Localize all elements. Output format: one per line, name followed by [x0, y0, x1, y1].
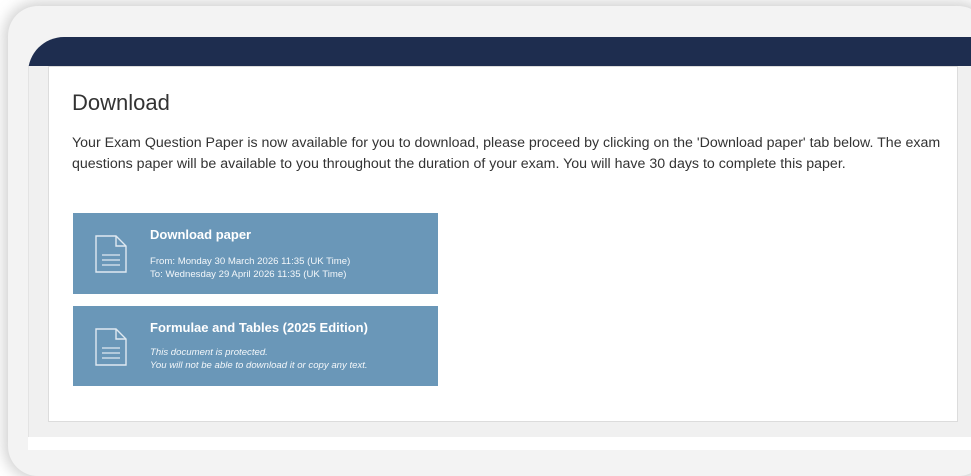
formulae-tables-protected-note: This document is protected.	[150, 347, 268, 358]
section-title: Download	[72, 90, 170, 115]
formulae-tables-copy-note: You will not be able to download it or c…	[150, 360, 368, 371]
formulae-tables-button[interactable]: Formulae and Tables (2025 Edition) This …	[73, 306, 438, 386]
bottom-edge	[28, 437, 971, 450]
download-paper-from: From: Monday 30 March 2026 11:35 (UK Tim…	[150, 256, 351, 267]
section-intro: Your Exam Question Paper is now availabl…	[72, 135, 941, 172]
download-paper-button[interactable]: Download paper From: Monday 30 March 202…	[73, 213, 438, 294]
screenshot-backdrop: Download Your Exam Question Paper is now…	[0, 0, 971, 476]
download-paper-to: To: Wednesday 29 April 2026 11:35 (UK Ti…	[150, 269, 347, 280]
document-icon	[95, 235, 127, 273]
formulae-tables-title: Formulae and Tables (2025 Edition)	[150, 320, 368, 335]
document-icon	[95, 328, 127, 366]
download-paper-title: Download paper	[150, 227, 252, 242]
